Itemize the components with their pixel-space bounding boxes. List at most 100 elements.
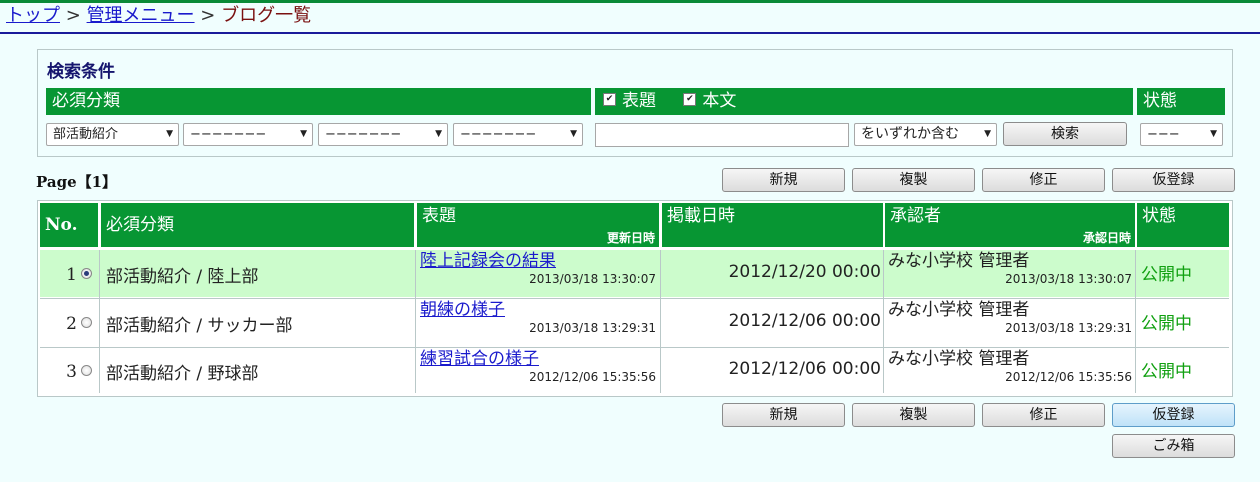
- breadcrumb-top-link[interactable]: トップ: [6, 5, 60, 26]
- category-select-4[interactable]: −−−−−−− ▼: [453, 123, 583, 146]
- category-select-3-value: −−−−−−−: [325, 127, 402, 142]
- status-badge: 公開中: [1141, 314, 1192, 334]
- search-title: 検索条件: [47, 62, 115, 82]
- category-select-3[interactable]: −−−−−−− ▼: [318, 123, 448, 146]
- category-header: 必須分類: [46, 88, 591, 115]
- updated-date: 2013/03/18 13:30:07: [529, 272, 656, 286]
- col-header-published[interactable]: 掲載日時: [662, 203, 883, 247]
- updated-date: 2012/12/06 15:35:56: [529, 370, 656, 384]
- chevron-down-icon: ▼: [166, 129, 173, 139]
- col-header-title[interactable]: 表題 更新日時: [417, 203, 659, 247]
- title-cell: 朝練の様子 2013/03/18 13:29:31: [417, 299, 659, 346]
- status-header-label: 状態: [1143, 91, 1177, 111]
- chevron-down-icon: ▼: [1210, 129, 1217, 139]
- draft-button-top[interactable]: 仮登録: [1112, 168, 1235, 192]
- search-button[interactable]: 検索: [1003, 122, 1127, 146]
- title-cell: 練習試合の様子 2012/12/06 15:35:56: [417, 348, 659, 393]
- category-select-1[interactable]: 部活動紹介 ▼: [46, 123, 179, 146]
- post-title-link[interactable]: 朝練の様子: [420, 299, 656, 321]
- col-header-title-label: 表題: [422, 206, 456, 226]
- breadcrumb-menu-link[interactable]: 管理メニュー: [87, 5, 195, 26]
- title-cell: 陸上記録会の結果 2013/03/18 13:30:07: [417, 250, 659, 297]
- chevron-down-icon: ▼: [435, 129, 442, 139]
- status-badge: 公開中: [1141, 265, 1192, 285]
- col-header-approved: 承認日時: [1082, 231, 1131, 245]
- approver-name: みな小学校 管理者: [888, 349, 1030, 369]
- row-number-cell: 1: [40, 250, 98, 297]
- published-date: 2012/12/06 00:00: [728, 359, 881, 379]
- edit-button-bottom[interactable]: 修正: [982, 403, 1105, 427]
- col-header-updated[interactable]: 更新日時: [607, 231, 655, 245]
- row-number-cell: 2: [40, 299, 98, 346]
- page-indicator: Page【1】: [36, 173, 118, 191]
- approver-cell: みな小学校 管理者 2013/03/18 13:29:31: [885, 299, 1135, 346]
- search-panel: 検索条件 必須分類 ✔ 表題 ✔ 本文 状態 部活動紹介 ▼ −−−−−−− ▼ −−−…: [37, 49, 1233, 157]
- col-header-approver-label: 承認者: [890, 206, 941, 226]
- top-accent-line: [0, 0, 1260, 3]
- column-divider: [660, 250, 661, 393]
- copy-button-bottom[interactable]: 複製: [852, 403, 975, 427]
- body-checkbox[interactable]: ✔: [683, 92, 697, 106]
- keyword-input[interactable]: [595, 123, 849, 147]
- trash-button[interactable]: ごみ箱: [1112, 434, 1235, 458]
- status-select[interactable]: −−− ▼: [1140, 123, 1223, 146]
- new-button-bottom[interactable]: 新規: [722, 403, 845, 427]
- match-mode-select[interactable]: をいずれか含む ▼: [854, 123, 997, 146]
- status-select-value: −−−: [1147, 127, 1180, 142]
- chevron-down-icon: ▼: [300, 129, 307, 139]
- col-header-status: 状態: [1137, 203, 1229, 247]
- row-number-cell: 3: [40, 348, 98, 393]
- category-select-4-value: −−−−−−−: [460, 127, 537, 142]
- breadcrumb-current: ブログ一覧: [221, 5, 312, 26]
- category-cell: 部活動紹介 / 野球部: [106, 364, 259, 384]
- approver-cell: みな小学校 管理者 2013/03/18 13:30:07: [885, 250, 1135, 297]
- row-select-radio[interactable]: [81, 268, 92, 279]
- approver-name: みな小学校 管理者: [888, 300, 1030, 320]
- post-title-link[interactable]: 陸上記録会の結果: [420, 250, 656, 272]
- match-mode-value: をいずれか含む: [861, 126, 959, 142]
- approved-date: 2013/03/18 13:30:07: [1005, 272, 1132, 286]
- chevron-down-icon: ▼: [984, 129, 991, 139]
- updated-date: 2013/03/18 13:29:31: [529, 321, 656, 335]
- row-number: 1: [66, 265, 77, 285]
- column-divider: [415, 250, 416, 393]
- category-select-2-value: −−−−−−−: [190, 127, 267, 142]
- category-select-1-value: 部活動紹介: [53, 127, 119, 142]
- post-title-link[interactable]: 練習試合の様子: [420, 348, 656, 370]
- target-header: ✔ 表題 ✔ 本文: [595, 88, 1133, 115]
- approved-date: 2013/03/18 13:29:31: [1005, 321, 1132, 335]
- col-header-approver: 承認者 承認日時: [885, 203, 1135, 247]
- category-cell: 部活動紹介 / サッカー部: [106, 316, 293, 336]
- column-divider: [1135, 250, 1136, 393]
- row-select-radio[interactable]: [81, 365, 92, 376]
- status-badge: 公開中: [1141, 362, 1192, 382]
- published-date: 2012/12/20 00:00: [728, 262, 881, 282]
- breadcrumb: トップ > 管理メニュー > ブログ一覧: [6, 5, 311, 27]
- approver-cell: みな小学校 管理者 2012/12/06 15:35:56: [885, 348, 1135, 393]
- category-cell: 部活動紹介 / 陸上部: [106, 267, 259, 287]
- chevron-down-icon: ▼: [570, 129, 577, 139]
- approver-name: みな小学校 管理者: [888, 251, 1030, 271]
- blog-table: No. 必須分類 表題 更新日時 掲載日時 承認者 承認日時 状態 1 部活動紹…: [37, 200, 1233, 397]
- col-header-no: No.: [40, 203, 98, 247]
- row-number: 2: [66, 314, 77, 334]
- title-check-label: 表題: [622, 91, 656, 111]
- status-header: 状態: [1137, 88, 1225, 115]
- draft-button-bottom[interactable]: 仮登録: [1112, 403, 1235, 427]
- category-select-2[interactable]: −−−−−−− ▼: [183, 123, 313, 146]
- copy-button-top[interactable]: 複製: [852, 168, 975, 192]
- new-button-top[interactable]: 新規: [722, 168, 845, 192]
- row-select-radio[interactable]: [81, 317, 92, 328]
- approved-date: 2012/12/06 15:35:56: [1005, 370, 1132, 384]
- column-divider: [99, 250, 100, 393]
- body-check-label: 本文: [702, 91, 737, 111]
- breadcrumb-separator: >: [200, 5, 216, 26]
- column-divider: [883, 250, 884, 393]
- col-header-category: 必須分類: [101, 203, 414, 247]
- title-checkbox[interactable]: ✔: [603, 92, 616, 106]
- breadcrumb-divider: [0, 32, 1260, 34]
- published-date: 2012/12/06 00:00: [728, 311, 881, 331]
- breadcrumb-separator: >: [65, 5, 81, 26]
- category-header-label: 必須分類: [52, 91, 120, 111]
- edit-button-top[interactable]: 修正: [982, 168, 1105, 192]
